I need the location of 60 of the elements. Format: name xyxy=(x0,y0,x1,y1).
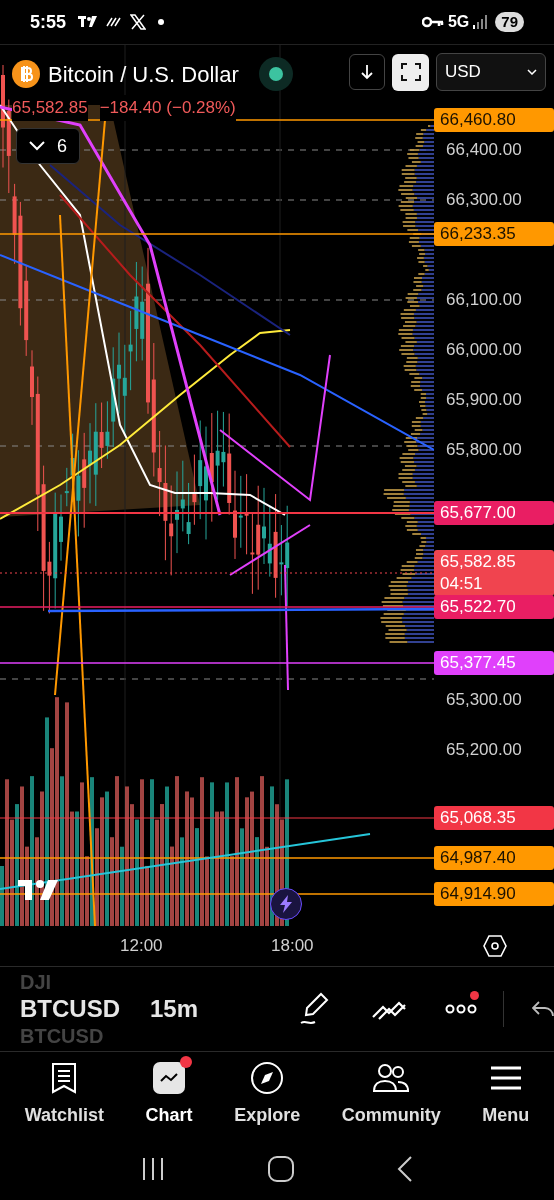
price-label: 64,987.40 xyxy=(440,847,517,869)
price-label: 65,377.45 xyxy=(440,652,517,674)
nav-tab[interactable]: Community xyxy=(341,1060,441,1129)
price-tick: 66,100.00 xyxy=(446,290,522,310)
price-tick: 66,000.00 xyxy=(446,340,522,360)
chevron-down-icon xyxy=(527,69,537,75)
home-icon[interactable] xyxy=(268,1155,294,1182)
fullscreen-button[interactable] xyxy=(392,53,429,91)
bitcoin-logo-icon xyxy=(12,60,40,88)
lightning-icon xyxy=(279,895,293,913)
price-tick: 65,800.00 xyxy=(446,440,522,460)
more-icon[interactable] xyxy=(445,1003,477,1015)
chevron-down-icon xyxy=(29,141,45,151)
time-tick: 18:00 xyxy=(271,934,314,957)
pencil-icon[interactable] xyxy=(299,992,331,1026)
menu-icon xyxy=(490,1066,521,1090)
battery-level: 79 xyxy=(495,12,524,32)
app-logo-icon xyxy=(78,16,99,28)
key-icon xyxy=(421,16,444,28)
recent-apps-icon[interactable] xyxy=(141,1156,166,1181)
bookmark-list-icon xyxy=(51,1062,78,1094)
nav-tab[interactable]: Menu xyxy=(482,1060,530,1129)
price-tick: 65,900.00 xyxy=(446,390,522,410)
back-icon[interactable] xyxy=(396,1155,413,1182)
interval-selector[interactable]: 15m xyxy=(150,991,199,1027)
price-change: −184.40 (−0.28%) xyxy=(99,95,236,121)
price-tick: 65,300.00 xyxy=(446,690,522,710)
price-tick: 66,400.00 xyxy=(446,140,522,160)
fullscreen-icon xyxy=(400,63,421,81)
nav-tab[interactable]: Chart xyxy=(145,1060,193,1129)
price-label: 65,677.00 xyxy=(440,502,517,524)
time-tick: 12:00 xyxy=(120,934,163,957)
people-icon xyxy=(372,1062,411,1094)
hatched-icon xyxy=(106,17,123,27)
symbol-title[interactable]: Bitcoin / U.S. Dollar xyxy=(48,57,239,91)
undo-icon[interactable] xyxy=(532,1001,554,1017)
price-label: 64,914.90 xyxy=(440,883,517,905)
price-label: 65,522.70 xyxy=(440,596,517,618)
nav-tab[interactable]: Explore xyxy=(234,1060,301,1129)
lightning-button[interactable] xyxy=(270,888,302,920)
price-label: 66,233.35 xyxy=(440,223,517,245)
network-type: 5G xyxy=(447,12,470,32)
price-tick: 66,300.00 xyxy=(446,190,522,210)
settings-icon[interactable] xyxy=(483,934,507,957)
currency-select[interactable]: USD xyxy=(436,53,546,91)
symbol-item[interactable]: BTCUSD xyxy=(20,992,128,1026)
x-logo-icon xyxy=(130,14,147,30)
signal-icon xyxy=(473,15,488,29)
download-button[interactable] xyxy=(349,54,385,90)
price-label: 65,582.85 xyxy=(440,551,517,573)
chart-icon xyxy=(152,1061,187,1095)
compass-icon xyxy=(250,1061,285,1095)
price-label: 66,460.80 xyxy=(440,109,517,131)
clock: 5:55 xyxy=(30,10,67,34)
price-tick: 65,200.00 xyxy=(446,740,522,760)
price-label: 65,068.35 xyxy=(440,807,517,829)
indicators-toggle[interactable]: 6 xyxy=(16,128,80,164)
bar-countdown: 04:51 xyxy=(440,573,484,595)
nav-tab[interactable]: Watchlist xyxy=(24,1060,105,1129)
arrow-down-icon xyxy=(360,64,374,80)
